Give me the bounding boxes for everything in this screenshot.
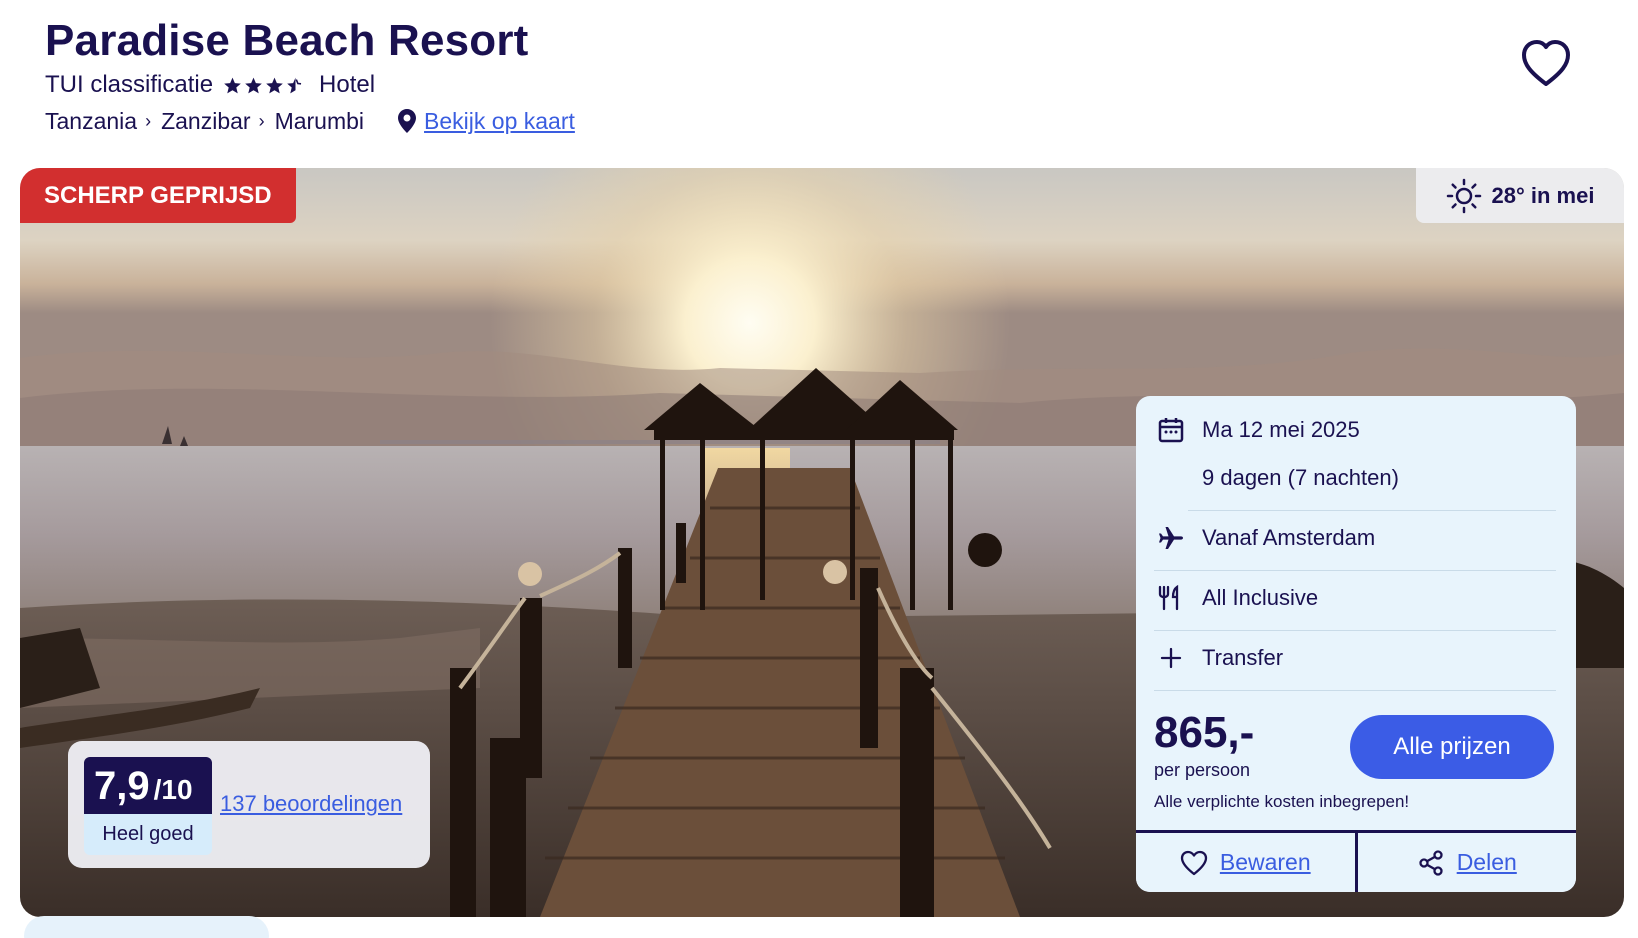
star-icon xyxy=(245,77,262,93)
divider xyxy=(1154,630,1556,631)
half-star-icon xyxy=(287,77,302,93)
breadcrumb-country[interactable]: Tanzania xyxy=(45,106,137,136)
divider xyxy=(1154,570,1556,571)
heart-icon xyxy=(1180,850,1208,875)
card-actions: Bewaren Delen xyxy=(1136,830,1576,892)
share-icon xyxy=(1419,849,1443,876)
favorite-heart-icon[interactable] xyxy=(1520,38,1572,88)
price-per-person: per persoon xyxy=(1154,760,1251,780)
chevron-right-icon: › xyxy=(145,111,152,131)
board-row[interactable]: All Inclusive xyxy=(1136,578,1576,618)
view-on-map-link[interactable]: Bekijk op kaart xyxy=(424,106,575,136)
star-rating xyxy=(223,76,305,95)
board-type: All Inclusive xyxy=(1202,585,1319,610)
rating-card: 7,9 /10 Heel goed 137 beoordelingen xyxy=(68,741,430,868)
save-button[interactable]: Bewaren xyxy=(1136,833,1355,892)
divider xyxy=(1188,510,1556,511)
price-value: 865,- xyxy=(1154,708,1255,757)
star-icon xyxy=(266,77,283,93)
airplane-icon xyxy=(1156,523,1186,553)
breadcrumb: Tanzania › Zanzibar › Marumbi Bekijk op … xyxy=(45,106,575,136)
date-row[interactable]: Ma 12 mei 2025 xyxy=(1136,410,1576,450)
sharp-price-badge: SCHERP GEPRIJSD xyxy=(20,168,296,223)
share-label: Delen xyxy=(1456,849,1517,875)
classification-row: TUI classificatie Hotel xyxy=(45,70,575,100)
map-link-wrapper[interactable]: Bekijk op kaart xyxy=(398,106,575,136)
score-label: Heel goed xyxy=(84,814,212,855)
hotel-header: Paradise Beach Resort TUI classificatie … xyxy=(45,14,575,136)
breadcrumb-region[interactable]: Zanzibar xyxy=(161,106,250,136)
departure-date: Ma 12 mei 2025 xyxy=(1202,417,1360,442)
booking-card: Ma 12 mei 2025 9 dagen (7 nachten) Vanaf… xyxy=(1136,396,1576,892)
hotel-title: Paradise Beach Resort xyxy=(45,16,529,65)
transfer-row[interactable]: Transfer xyxy=(1136,638,1576,678)
divider xyxy=(1154,690,1556,691)
plus-icon xyxy=(1156,643,1186,673)
calendar-icon xyxy=(1156,415,1186,445)
save-label: Bewaren xyxy=(1219,849,1311,875)
trip-duration: 9 dagen (7 nachten) xyxy=(1202,465,1399,490)
score-top: 7,9 /10 xyxy=(84,757,212,814)
price-note: Alle verplichte kosten inbegrepen! xyxy=(1154,792,1410,811)
sun-icon xyxy=(1446,178,1481,213)
transfer-label: Transfer xyxy=(1202,645,1284,670)
score-scale: /10 xyxy=(153,774,193,805)
classification-label: TUI classificatie xyxy=(45,71,214,98)
share-button[interactable]: Delen xyxy=(1354,833,1576,892)
weather-badge: 28° in mei xyxy=(1416,168,1624,223)
map-pin-icon xyxy=(398,109,417,133)
all-prices-button[interactable]: Alle prijzen xyxy=(1350,715,1554,779)
hotel-type: Hotel xyxy=(319,71,376,98)
duration-row: 9 dagen (7 nachten) xyxy=(1136,458,1576,498)
departure-airport: Vanaf Amsterdam xyxy=(1202,525,1376,550)
breadcrumb-place[interactable]: Marumbi xyxy=(275,106,364,136)
star-icon xyxy=(224,77,241,93)
score-value: 7,9 xyxy=(94,764,150,808)
departure-row[interactable]: Vanaf Amsterdam xyxy=(1136,518,1576,558)
partial-tab[interactable] xyxy=(24,916,269,938)
chevron-right-icon: › xyxy=(258,111,265,131)
reviews-link[interactable]: 137 beoordelingen xyxy=(220,791,402,817)
score-box: 7,9 /10 Heel goed xyxy=(84,757,212,855)
fork-knife-icon xyxy=(1156,583,1186,613)
weather-text: 28° in mei xyxy=(1491,182,1595,208)
